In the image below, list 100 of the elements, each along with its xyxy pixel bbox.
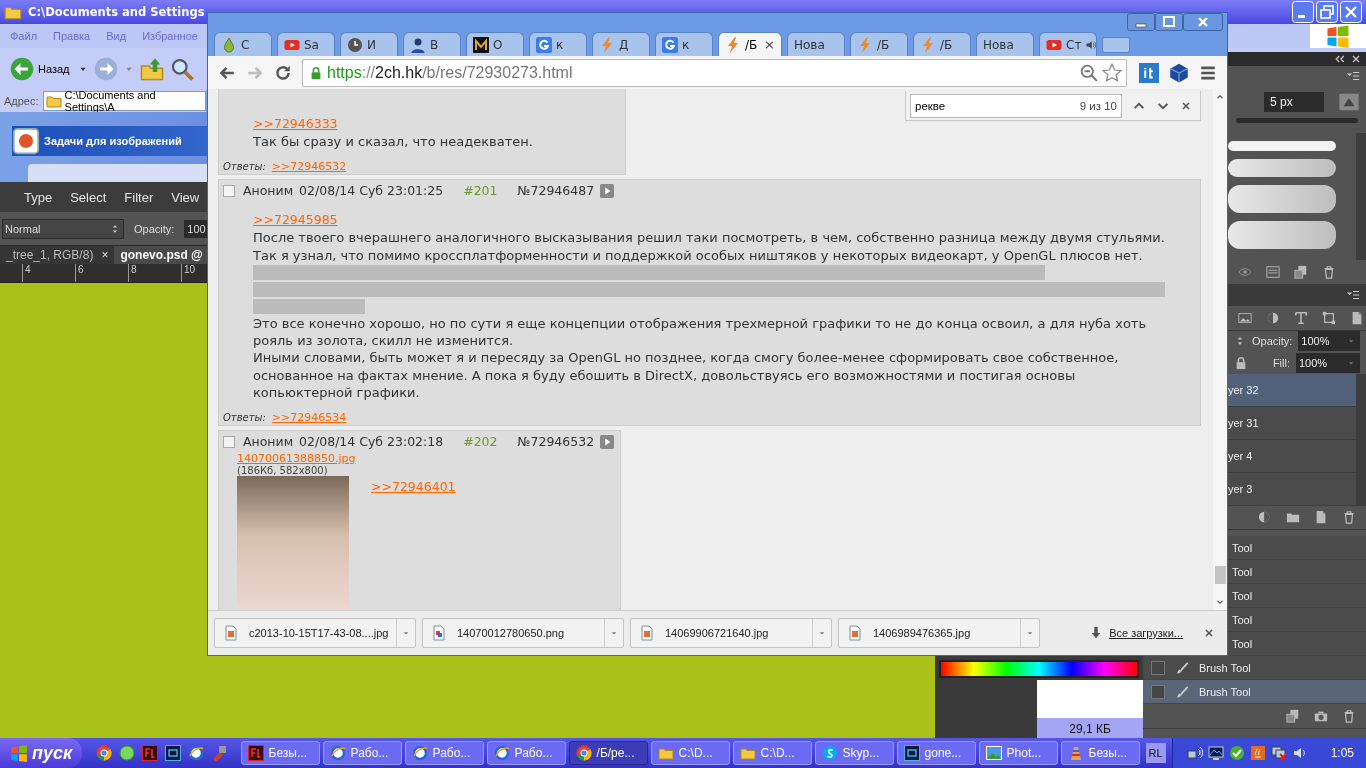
new-document-icon[interactable]: [1286, 709, 1300, 723]
brush-stroke[interactable]: [1228, 221, 1336, 250]
browser-tab[interactable]: /Б: [850, 32, 908, 56]
history-row[interactable]: Tool: [1228, 632, 1366, 657]
orb-icon[interactable]: [118, 745, 135, 761]
transform-icon[interactable]: [1322, 310, 1336, 325]
history-row[interactable]: Tool: [1228, 584, 1366, 609]
star-icon[interactable]: [1102, 62, 1122, 83]
reload-icon[interactable]: [274, 63, 292, 82]
eye-icon[interactable]: [1238, 265, 1252, 279]
taskbar-button[interactable]: C:\D...: [650, 741, 730, 765]
extension-icon[interactable]: [1139, 62, 1159, 83]
maximize-button[interactable]: [1155, 13, 1183, 31]
history-row[interactable]: Tool: [1228, 608, 1366, 633]
history-row[interactable]: Tool: [1228, 560, 1366, 585]
trash-icon[interactable]: [1342, 510, 1356, 525]
taskbar-button[interactable]: Рабо...: [486, 741, 566, 765]
browser-tab[interactable]: Ст: [1039, 32, 1097, 56]
scrollbar[interactable]: [1213, 89, 1227, 610]
cube-icon[interactable]: [1169, 62, 1189, 83]
new-tab-button[interactable]: [1102, 37, 1130, 53]
taskbar-button[interactable]: gone...: [896, 741, 976, 765]
fill-field[interactable]: 100%: [1296, 352, 1360, 373]
taskbar-button[interactable]: Skyp...: [814, 741, 894, 765]
start-button[interactable]: пуск: [0, 738, 82, 768]
camera-icon[interactable]: [1314, 709, 1328, 723]
close-button[interactable]: [1183, 13, 1223, 31]
history-row[interactable]: Tool: [1228, 536, 1366, 561]
network-icon[interactable]: [1186, 745, 1203, 761]
layer-row[interactable]: yer 4: [1228, 439, 1356, 473]
browser-tab[interactable]: /Б: [913, 32, 971, 56]
speaker-icon[interactable]: [1291, 745, 1308, 761]
menu-item[interactable]: Type: [24, 189, 53, 205]
taskbar-button[interactable]: C:\D...: [732, 741, 812, 765]
back-button[interactable]: Назад: [8, 55, 72, 83]
close-icon[interactable]: [1180, 99, 1192, 112]
document-tab[interactable]: _tree_1, RGB/8) ×: [0, 246, 115, 264]
language-indicator[interactable]: RL: [1145, 743, 1166, 763]
find-field[interactable]: рекве 9 из 10: [910, 93, 1122, 118]
download-item[interactable]: 14069906721640.jpg: [630, 618, 832, 648]
circle-icon[interactable]: [1266, 310, 1280, 325]
opacity-field[interactable]: 100: [184, 219, 208, 238]
browser-tab[interactable]: Нова: [787, 32, 845, 56]
browser-tab[interactable]: И: [340, 32, 398, 56]
browser-tab[interactable]: В: [403, 32, 461, 56]
history-row[interactable]: Brush Tool: [1143, 680, 1366, 704]
close-tab-button[interactable]: ×: [101, 248, 109, 262]
blend-mode-dropdown[interactable]: Normal: [2, 218, 124, 239]
color-spectrum[interactable]: [939, 660, 1139, 678]
photo-placeholder[interactable]: [237, 476, 349, 610]
browser-tab[interactable]: Д: [592, 32, 650, 56]
brush-size-field[interactable]: 5 px: [1264, 91, 1324, 112]
scroll-up-icon[interactable]: [1216, 93, 1224, 101]
network-error-icon[interactable]: [1270, 745, 1287, 761]
new-document-icon[interactable]: [1294, 265, 1308, 279]
all-downloads-link[interactable]: Все загрузки...: [1109, 627, 1183, 639]
layer-row[interactable]: yer 32: [1228, 373, 1356, 407]
restore-button[interactable]: [1316, 1, 1338, 23]
search-icon[interactable]: [169, 57, 194, 81]
taskbar-button[interactable]: Безы...: [240, 741, 320, 765]
download-item[interactable]: 1406989476365.jpg: [838, 618, 1040, 648]
ie-app-icon[interactable]: [187, 745, 204, 761]
flash-app-icon[interactable]: [141, 745, 158, 761]
address-bar[interactable]: https://2ch.hk/b/res/72930273.html: [302, 58, 1127, 87]
type-icon[interactable]: [1294, 310, 1308, 325]
close-icon[interactable]: [1203, 627, 1215, 639]
trash-icon[interactable]: [1322, 265, 1336, 279]
image-icon[interactable]: [1238, 310, 1252, 325]
opacity-field[interactable]: 100%: [1298, 331, 1360, 352]
document-icon[interactable]: [1350, 310, 1364, 325]
browser-tab[interactable]: Нова: [976, 32, 1034, 56]
document-tab[interactable]: gonevo.psd @: [114, 246, 209, 264]
menu-item[interactable]: Filter: [124, 189, 154, 205]
check-shield-icon[interactable]: [1228, 745, 1245, 761]
brush-stroke[interactable]: [1228, 141, 1336, 152]
post-checkbox[interactable]: [223, 184, 235, 197]
java-icon[interactable]: [1249, 745, 1266, 761]
menu-item[interactable]: View: [171, 189, 200, 205]
folder-up-icon[interactable]: [139, 57, 164, 81]
new-layer-icon[interactable]: [1314, 510, 1328, 525]
taskbar-button[interactable]: Рабо...: [404, 741, 484, 765]
menu-item[interactable]: Select: [70, 189, 107, 205]
taskbar-button[interactable]: Рабо...: [322, 741, 402, 765]
brush-stroke[interactable]: [1228, 159, 1336, 178]
download-item[interactable]: 14070012780650.png: [422, 618, 624, 648]
minimize-button[interactable]: [1127, 13, 1155, 31]
zoom-out-icon[interactable]: [1080, 63, 1098, 82]
browser-tab[interactable]: Sa: [277, 32, 335, 56]
history-checkbox[interactable]: [1151, 684, 1165, 699]
trash-icon[interactable]: [1342, 709, 1356, 723]
scroll-down-icon[interactable]: [1216, 598, 1224, 606]
layer-row[interactable]: yer 31: [1228, 406, 1356, 440]
post-id[interactable]: №72946532: [517, 434, 595, 450]
post-id[interactable]: №72946487: [517, 183, 595, 199]
address-field[interactable]: C:\Documents and Settings\A: [42, 91, 206, 111]
taskbar-button[interactable]: Безы...: [1060, 741, 1140, 765]
taskbar-button[interactable]: /Б/ре...: [568, 741, 648, 765]
brush-stroke[interactable]: [1228, 185, 1336, 214]
adjustment-icon[interactable]: [1258, 510, 1272, 525]
browser-tab[interactable]: О: [466, 32, 524, 56]
